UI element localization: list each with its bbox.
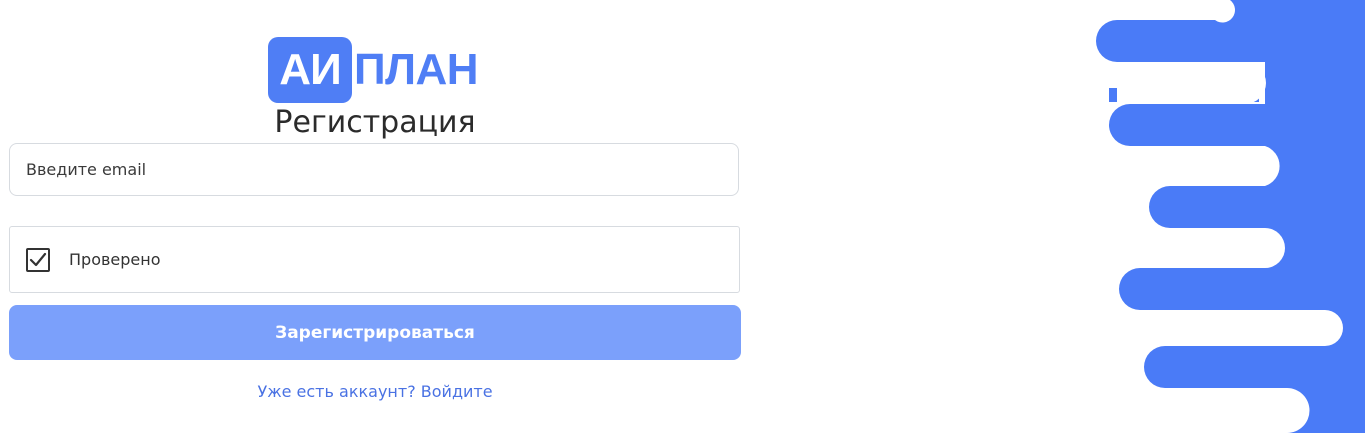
logo: АИ ПЛАН bbox=[268, 37, 479, 103]
login-link[interactable]: Уже есть аккаунт? Войдите bbox=[0, 382, 750, 401]
registration-page: АИ ПЛАН Регистрация Проверено Зарегистри… bbox=[0, 0, 1365, 433]
wavy-shape-decoration bbox=[1096, 0, 1365, 433]
page-title: Регистрация bbox=[274, 105, 476, 140]
checkmark-icon bbox=[29, 252, 47, 266]
captcha-checkbox[interactable] bbox=[26, 247, 50, 272]
logo-box: АИ bbox=[268, 37, 352, 103]
captcha-box: Проверено bbox=[9, 226, 740, 293]
captcha-label: Проверено bbox=[69, 250, 161, 269]
email-field[interactable] bbox=[9, 143, 739, 196]
register-button[interactable]: Зарегистрироваться bbox=[9, 305, 741, 360]
logo-text: ПЛАН bbox=[354, 45, 479, 94]
